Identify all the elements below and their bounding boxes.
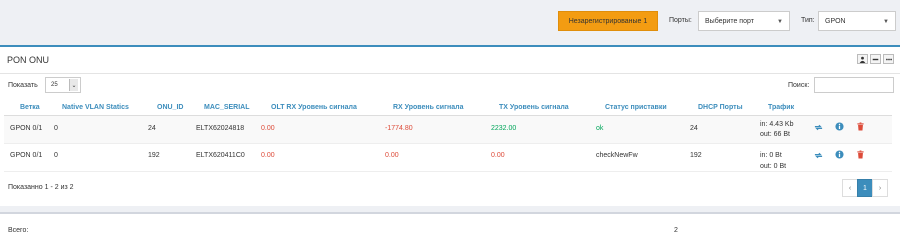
pagination-page-1[interactable]: 1 <box>857 179 873 197</box>
refresh-icon[interactable] <box>814 151 823 160</box>
chevron-down-icon: ▼ <box>777 19 783 25</box>
cell-vlan: 0 <box>54 152 58 159</box>
ports-select[interactable]: Выберите порт ▼ <box>698 11 790 31</box>
cell-tx: 2232.00 <box>491 125 517 132</box>
cell-onu-id: 192 <box>148 152 160 159</box>
page-length-select[interactable]: 25 ⌄ <box>45 77 81 93</box>
cell-traffic-in: in: 4.43 Kb <box>760 121 794 128</box>
show-label: Показать <box>8 82 38 89</box>
column-header-tx[interactable]: TX Уровень сигнала <box>499 104 569 111</box>
cell-dhcp: 192 <box>690 152 702 159</box>
cell-olt-rx: 0.00 <box>261 152 275 159</box>
column-header-vlan[interactable]: Native VLAN Statics <box>62 104 129 111</box>
column-header-mac[interactable]: MAC_SERIAL <box>204 104 250 111</box>
user-icon[interactable] <box>857 54 868 64</box>
ports-select-value: Выберите порт <box>705 17 754 25</box>
table-row <box>4 116 892 144</box>
total-label: Всего: <box>8 227 29 234</box>
search-input[interactable] <box>814 77 894 93</box>
column-header-dhcp[interactable]: DHCP Порты <box>698 104 743 111</box>
pagination-prev[interactable]: ‹ <box>842 179 858 197</box>
table-info: Показанно 1 - 2 из 2 <box>8 184 74 191</box>
cell-olt-rx: 0.00 <box>261 125 275 132</box>
cell-mac: ELTX62024818 <box>196 125 245 132</box>
type-label: Тип: <box>801 17 815 24</box>
minus-icon[interactable] <box>870 54 881 64</box>
panel-title: PON ONU <box>7 55 50 65</box>
table-row <box>4 144 892 172</box>
panel-tools <box>857 54 894 64</box>
chevron-down-icon: ⌄ <box>69 79 78 91</box>
cell-traffic-out: out: 0 Bt <box>760 163 787 170</box>
column-header-traffic[interactable]: Трафик <box>768 104 794 111</box>
cell-status: ok <box>596 125 604 132</box>
chevron-down-icon: ▼ <box>883 19 889 25</box>
trash-icon[interactable] <box>856 150 865 159</box>
column-header-branch[interactable]: Ветка <box>20 104 40 111</box>
page-length-value: 25 <box>51 82 58 88</box>
cell-onu-id: 24 <box>148 125 156 132</box>
info-icon[interactable] <box>835 122 844 131</box>
column-header-onu-id[interactable]: ONU_ID <box>157 104 183 111</box>
pagination-next[interactable]: › <box>872 179 888 197</box>
cell-mac: ELTX620411C0 <box>196 152 245 159</box>
panel-divider <box>0 73 900 74</box>
type-select[interactable]: GPON ▼ <box>818 11 896 31</box>
info-icon[interactable] <box>835 150 844 159</box>
total-value: 2 <box>674 227 678 234</box>
search-label: Поиск: <box>788 82 810 89</box>
type-select-value: GPON <box>825 17 846 25</box>
cell-status: checkNewFw <box>596 152 638 159</box>
trash-icon[interactable] <box>856 122 865 131</box>
cell-branch: GPON 0/1 <box>10 125 43 132</box>
cell-traffic-out: out: 66 Bt <box>760 131 790 138</box>
totals-panel <box>0 212 900 242</box>
top-bar: Незарегистрированые 1 Порты: Выберите по… <box>0 0 900 40</box>
column-header-rx[interactable]: RX Уровень сигнала <box>393 104 463 111</box>
unregistered-button[interactable]: Незарегистрированые 1 <box>558 11 658 31</box>
cell-traffic-in: in: 0 Bt <box>760 152 782 159</box>
column-header-status[interactable]: Статус приставки <box>605 104 667 111</box>
ports-label: Порты: <box>669 17 692 24</box>
pagination: ‹ 1 › <box>842 179 888 197</box>
cell-branch: GPON 0/1 <box>10 152 43 159</box>
cell-rx: -1774.80 <box>385 125 413 132</box>
cell-vlan: 0 <box>54 125 58 132</box>
cell-tx: 0.00 <box>491 152 505 159</box>
more-icon[interactable] <box>883 54 894 64</box>
cell-dhcp: 24 <box>690 125 698 132</box>
refresh-icon[interactable] <box>814 123 823 132</box>
column-header-olt-rx[interactable]: OLT RX Уровень сигнала <box>271 104 357 111</box>
cell-rx: 0.00 <box>385 152 399 159</box>
